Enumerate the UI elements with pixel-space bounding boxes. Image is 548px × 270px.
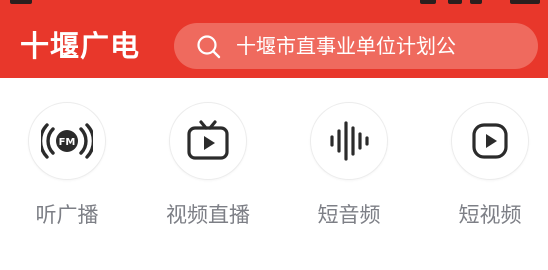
quick-action-icon-circle	[451, 102, 529, 180]
search-bar[interactable]: 十堰市直事业单位计划公	[174, 23, 538, 69]
quick-action-label: 视频直播	[166, 203, 250, 227]
quick-action-icon-circle	[310, 102, 388, 180]
quick-action-radio[interactable]: FM 听广播	[7, 102, 127, 230]
audio-wave-icon	[330, 121, 369, 161]
quick-action-icon-circle	[169, 102, 247, 180]
status-icon	[10, 0, 32, 4]
status-icon	[470, 0, 482, 4]
fm-radio-icon: FM	[41, 123, 93, 159]
tv-icon	[187, 120, 229, 160]
quick-action-label: 短音频	[317, 203, 381, 227]
search-icon	[197, 35, 221, 59]
app-header: 十堰广电 十堰市直事业单位计划公	[0, 0, 548, 78]
status-icon	[420, 0, 436, 4]
app-logo-title: 十堰广电	[20, 29, 141, 63]
battery-icon	[510, 0, 540, 4]
quick-action-label: 短视频	[458, 203, 522, 227]
quick-action-label: 听广播	[35, 203, 99, 227]
quick-actions: FM 听广播 视频直播 短音频 短视频	[0, 78, 548, 270]
quick-action-short-audio[interactable]: 短音频	[289, 102, 409, 230]
quick-action-icon-circle: FM	[28, 102, 106, 180]
status-bar	[0, 0, 548, 6]
search-placeholder: 十堰市直事业单位计划公	[236, 34, 456, 58]
play-icon	[472, 123, 508, 159]
svg-text:FM: FM	[59, 137, 76, 148]
quick-action-live-video[interactable]: 视频直播	[148, 102, 268, 230]
status-icon	[448, 0, 462, 4]
quick-action-short-video[interactable]: 短视频	[430, 102, 548, 230]
